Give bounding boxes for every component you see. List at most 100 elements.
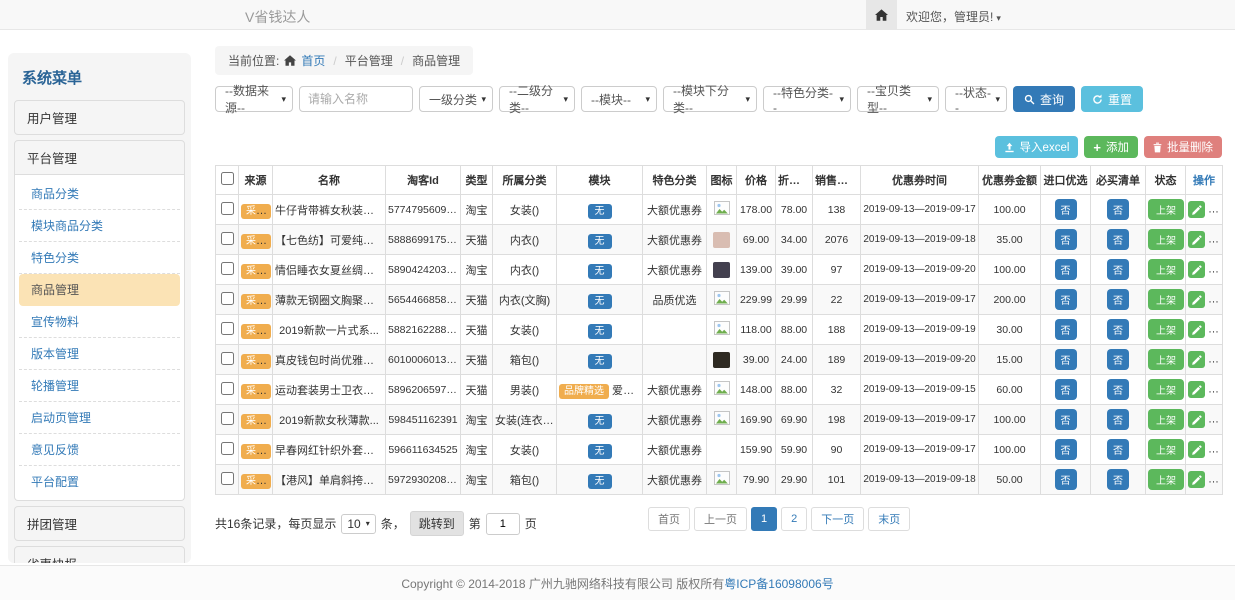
source-badge[interactable]: 采集 — [241, 474, 271, 489]
sidebar-item[interactable]: 启动页管理 — [19, 402, 180, 434]
module-none-badge[interactable]: 无 — [588, 444, 612, 459]
status-badge[interactable]: 上架 — [1148, 199, 1184, 220]
module-none-badge[interactable]: 无 — [588, 324, 612, 339]
import-select-toggle[interactable]: 否 — [1055, 319, 1077, 340]
source-badge[interactable]: 采集 — [241, 324, 271, 339]
row-checkbox[interactable] — [221, 202, 234, 215]
source-badge[interactable]: 采集 — [241, 264, 271, 279]
filter-module-subcategory[interactable]: --模块下分类--▾ — [663, 86, 757, 112]
edit-button[interactable] — [1188, 291, 1205, 308]
import-select-toggle[interactable]: 否 — [1055, 469, 1077, 490]
sidebar-item[interactable]: 商品分类 — [19, 178, 180, 210]
pager-button-1[interactable]: 1 — [751, 507, 777, 531]
status-badge[interactable]: 上架 — [1148, 439, 1184, 460]
must-buy-toggle[interactable]: 否 — [1107, 349, 1129, 370]
sidebar-item[interactable]: 宣传物料 — [19, 306, 180, 338]
sidebar-item[interactable]: 轮播管理 — [19, 370, 180, 402]
status-badge[interactable]: 上架 — [1148, 289, 1184, 310]
must-buy-toggle[interactable]: 否 — [1107, 319, 1129, 340]
filter-item-type[interactable]: --宝贝类型--▾ — [857, 86, 939, 112]
reset-button[interactable]: 重置 — [1081, 86, 1143, 112]
source-badge[interactable]: 采集 — [241, 204, 271, 219]
brand-title[interactable]: V省钱达人 — [245, 7, 310, 27]
search-button[interactable]: 查询 — [1013, 86, 1075, 112]
pager-button-2[interactable]: 2 — [781, 507, 807, 531]
import-select-toggle[interactable]: 否 — [1055, 259, 1077, 280]
sidebar-item[interactable]: 平台配置 — [19, 466, 180, 497]
row-checkbox[interactable] — [221, 322, 234, 335]
row-checkbox[interactable] — [221, 472, 234, 485]
status-badge[interactable]: 上架 — [1148, 469, 1184, 490]
import-select-toggle[interactable]: 否 — [1055, 409, 1077, 430]
filter-level2-category[interactable]: --二级分类--▾ — [499, 86, 575, 112]
module-badge[interactable]: 品牌精选 — [559, 384, 609, 399]
filter-level1-category[interactable]: 一级分类▾ — [419, 86, 493, 112]
must-buy-toggle[interactable]: 否 — [1107, 199, 1129, 220]
user-menu[interactable]: 欢迎您，管理员!▾ — [906, 8, 1001, 25]
edit-button[interactable] — [1188, 411, 1205, 428]
filter-feature-category[interactable]: --特色分类--▾ — [763, 86, 851, 112]
status-badge[interactable]: 上架 — [1148, 409, 1184, 430]
row-checkbox[interactable] — [221, 232, 234, 245]
select-all-checkbox[interactable] — [221, 172, 234, 185]
breadcrumb-home-link[interactable]: 首页 — [301, 52, 325, 69]
edit-button[interactable] — [1188, 351, 1205, 368]
row-checkbox[interactable] — [221, 382, 234, 395]
sidebar-section-header-user-management[interactable]: 用户管理 — [14, 100, 185, 135]
import-select-toggle[interactable]: 否 — [1055, 379, 1077, 400]
module-none-badge[interactable]: 无 — [588, 204, 612, 219]
source-badge[interactable]: 采集 — [241, 354, 271, 369]
row-checkbox[interactable] — [221, 292, 234, 305]
filter-module[interactable]: --模块--▾ — [581, 86, 657, 112]
edit-button[interactable] — [1188, 321, 1205, 338]
sidebar-item[interactable]: 版本管理 — [19, 338, 180, 370]
edit-button[interactable] — [1188, 231, 1205, 248]
module-none-badge[interactable]: 无 — [588, 354, 612, 369]
status-badge[interactable]: 上架 — [1148, 319, 1184, 340]
status-badge[interactable]: 上架 — [1148, 349, 1184, 370]
must-buy-toggle[interactable]: 否 — [1107, 259, 1129, 280]
edit-button[interactable] — [1188, 201, 1205, 218]
edit-button[interactable] — [1188, 381, 1205, 398]
import-excel-button[interactable]: 导入excel — [995, 136, 1079, 158]
sidebar-item[interactable]: 意见反馈 — [19, 434, 180, 466]
jump-button[interactable]: 跳转到 — [410, 511, 464, 536]
pager-button-下一页[interactable]: 下一页 — [811, 507, 864, 531]
edit-button[interactable] — [1188, 441, 1205, 458]
module-none-badge[interactable]: 无 — [588, 264, 612, 279]
must-buy-toggle[interactable]: 否 — [1107, 409, 1129, 430]
edit-button[interactable] — [1188, 471, 1205, 488]
module-none-badge[interactable]: 无 — [588, 414, 612, 429]
module-none-badge[interactable]: 无 — [588, 234, 612, 249]
page-size-select[interactable]: 10▾ — [341, 514, 375, 534]
must-buy-toggle[interactable]: 否 — [1107, 379, 1129, 400]
batch-delete-button[interactable]: 批量删除 — [1144, 136, 1222, 158]
status-badge[interactable]: 上架 — [1148, 229, 1184, 250]
status-badge[interactable]: 上架 — [1148, 379, 1184, 400]
must-buy-toggle[interactable]: 否 — [1107, 289, 1129, 310]
sidebar-item[interactable]: 特色分类 — [19, 242, 180, 274]
home-button[interactable] — [866, 0, 897, 29]
jump-page-input[interactable] — [486, 513, 520, 535]
filter-name-input[interactable] — [299, 86, 413, 112]
icp-link[interactable]: 粤ICP备16098006号 — [724, 575, 833, 592]
import-select-toggle[interactable]: 否 — [1055, 349, 1077, 370]
sidebar-section-header-platform-management[interactable]: 平台管理 — [14, 140, 185, 175]
pager-button-末页[interactable]: 末页 — [868, 507, 910, 531]
sidebar-item[interactable]: 商品管理 — [19, 274, 180, 306]
module-none-badge[interactable]: 无 — [588, 294, 612, 309]
add-button[interactable]: + 添加 — [1084, 136, 1138, 158]
row-checkbox[interactable] — [221, 412, 234, 425]
module-none-badge[interactable]: 无 — [588, 474, 612, 489]
row-checkbox[interactable] — [221, 442, 234, 455]
import-select-toggle[interactable]: 否 — [1055, 229, 1077, 250]
row-checkbox[interactable] — [221, 352, 234, 365]
must-buy-toggle[interactable]: 否 — [1107, 229, 1129, 250]
sidebar-section-header-group-buy-management[interactable]: 拼团管理 — [14, 506, 185, 541]
import-select-toggle[interactable]: 否 — [1055, 289, 1077, 310]
pager-button-上一页[interactable]: 上一页 — [694, 507, 747, 531]
edit-button[interactable] — [1188, 261, 1205, 278]
row-checkbox[interactable] — [221, 262, 234, 275]
sidebar-section-header-saving-news[interactable]: 省惠快报 — [14, 546, 185, 563]
import-select-toggle[interactable]: 否 — [1055, 439, 1077, 460]
